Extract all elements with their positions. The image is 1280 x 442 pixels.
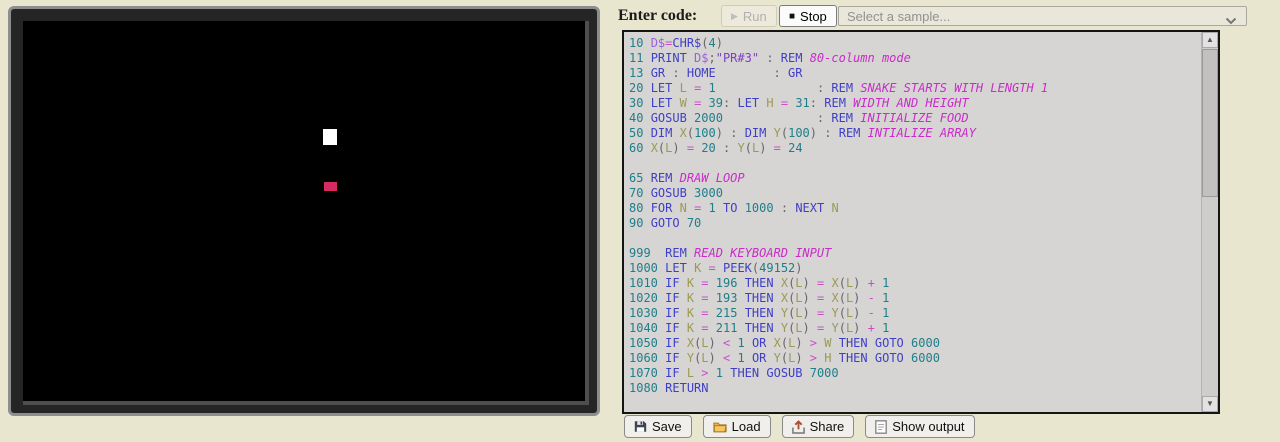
share-button[interactable]: Share — [782, 415, 855, 438]
scroll-up-button[interactable]: ▲ — [1202, 32, 1218, 48]
footer-toolbar: Save Load Share Show output — [624, 415, 975, 438]
code-line: 1999 REM CREATE FOOD — [629, 411, 1201, 412]
code-line: 1030 IF K = 215 THEN Y(L) = Y(L) - 1 — [629, 306, 1201, 321]
floppy-disk-icon — [634, 420, 647, 433]
stop-button-label: Stop — [800, 9, 827, 24]
share-upload-icon — [792, 420, 805, 434]
load-button[interactable]: Load — [703, 415, 771, 438]
play-icon: ▶ — [731, 11, 738, 22]
code-line: 20 LET L = 1 : REM SNAKE STARTS WITH LEN… — [629, 81, 1201, 96]
code-editor[interactable]: 10 D$=CHR$(4)11 PRINT D$;"PR#3" : REM 80… — [622, 30, 1220, 414]
code-line: 10 D$=CHR$(4) — [629, 36, 1201, 51]
code-lines[interactable]: 10 D$=CHR$(4)11 PRINT D$;"PR#3" : REM 80… — [624, 32, 1201, 412]
code-line: 11 PRINT D$;"PR#3" : REM 80-column mode — [629, 51, 1201, 66]
code-line: 50 DIM X(100) : DIM Y(100) : REM INTIALI… — [629, 126, 1201, 141]
code-line: 13 GR : HOME : GR — [629, 66, 1201, 81]
save-button[interactable]: Save — [624, 415, 692, 438]
save-button-label: Save — [652, 419, 682, 434]
run-button-label: Run — [743, 9, 767, 24]
code-line: 65 REM DRAW LOOP — [629, 171, 1201, 186]
apple-screen[interactable] — [8, 6, 600, 416]
code-line — [629, 156, 1201, 171]
code-line: 1000 LET K = PEEK(49152) — [629, 261, 1201, 276]
chevron-down-icon — [1225, 13, 1237, 28]
code-line: 1050 IF X(L) < 1 OR X(L) > W THEN GOTO 6… — [629, 336, 1201, 351]
document-icon — [875, 420, 887, 434]
sample-select-placeholder: Select a sample... — [847, 9, 950, 24]
code-line: 1010 IF K = 196 THEN X(L) = X(L) + 1 — [629, 276, 1201, 291]
scrollbar-thumb[interactable] — [1202, 49, 1218, 197]
code-line: 70 GOSUB 3000 — [629, 186, 1201, 201]
editor-scrollbar[interactable]: ▲ ▼ — [1201, 32, 1218, 412]
stop-icon: ■ — [789, 11, 795, 22]
scroll-down-button[interactable]: ▼ — [1202, 396, 1218, 412]
load-button-label: Load — [732, 419, 761, 434]
code-line — [629, 396, 1201, 411]
code-line: 30 LET W = 39: LET H = 31: REM WIDTH AND… — [629, 96, 1201, 111]
code-line: 1020 IF K = 193 THEN X(L) = X(L) - 1 — [629, 291, 1201, 306]
enter-code-label: Enter code: — [618, 7, 697, 25]
show-output-button[interactable]: Show output — [865, 415, 974, 438]
code-line — [629, 231, 1201, 246]
code-line: 1070 IF L > 1 THEN GOSUB 7000 — [629, 366, 1201, 381]
show-output-button-label: Show output — [892, 419, 964, 434]
code-line: 999 REM READ KEYBOARD INPUT — [629, 246, 1201, 261]
code-line: 90 GOTO 70 — [629, 216, 1201, 231]
code-line: 60 X(L) = 20 : Y(L) = 24 — [629, 141, 1201, 156]
code-line: 40 GOSUB 2000 : REM INITIALIZE FOOD — [629, 111, 1201, 126]
stop-button[interactable]: ■ Stop — [779, 5, 837, 27]
folder-icon — [713, 420, 727, 433]
code-line: 1060 IF Y(L) < 1 OR Y(L) > H THEN GOTO 6… — [629, 351, 1201, 366]
code-line: 1080 RETURN — [629, 381, 1201, 396]
share-button-label: Share — [810, 419, 845, 434]
code-line: 80 FOR N = 1 TO 1000 : NEXT N — [629, 201, 1201, 216]
sample-select[interactable]: Select a sample... — [838, 6, 1247, 26]
code-line: 1040 IF K = 211 THEN Y(L) = Y(L) + 1 — [629, 321, 1201, 336]
food-pixel — [324, 182, 337, 191]
run-button[interactable]: ▶ Run — [721, 5, 777, 27]
snake-pixel — [323, 129, 337, 145]
